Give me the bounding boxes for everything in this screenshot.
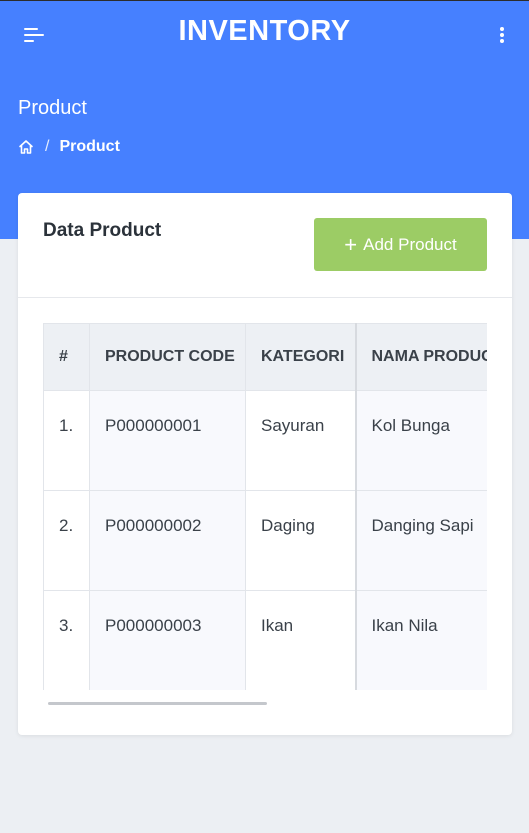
add-product-label: Add Product: [363, 234, 457, 254]
column-header-product-code[interactable]: PRODUCT CODE: [89, 323, 246, 391]
breadcrumb-current: Product: [59, 138, 120, 155]
product-code-cell: P000000003: [89, 590, 246, 690]
kategori-cell: Ikan: [245, 590, 357, 690]
column-header-nama-product[interactable]: NAMA PRODUCT: [355, 323, 487, 391]
table-header-row: # PRODUCT CODE KATEGORI NAMA PRODUCT: [43, 323, 487, 391]
table-row[interactable]: 3. P000000003 Ikan Ikan Nila: [43, 590, 487, 690]
card-title: Data Product: [43, 220, 162, 241]
table-row[interactable]: 1. P000000001 Sayuran Kol Bunga: [43, 390, 487, 491]
app-root: INVENTORY Product / Product Data Product…: [0, 0, 529, 833]
horizontal-scrollbar[interactable]: [48, 702, 267, 705]
breadcrumb: / Product: [18, 137, 120, 157]
nama-product-cell: Kol Bunga: [355, 390, 487, 491]
app-title: INVENTORY: [178, 15, 351, 47]
nama-product-cell: Danging Sapi: [355, 490, 487, 591]
card-header: Data Product + Add Product: [18, 193, 512, 298]
product-code-cell: P000000001: [89, 390, 246, 491]
table-row[interactable]: 2. P000000002 Daging Danging Sapi: [43, 490, 487, 591]
breadcrumb-separator: /: [45, 138, 50, 155]
row-number: 2.: [43, 490, 90, 591]
plus-icon: +: [344, 231, 358, 257]
data-product-card: Data Product + Add Product # PRODUCT COD…: [18, 193, 512, 735]
row-number: 3.: [43, 590, 90, 690]
kategori-cell: Daging: [245, 490, 357, 591]
home-icon[interactable]: [18, 139, 34, 155]
column-header-kategori[interactable]: KATEGORI: [245, 323, 357, 391]
product-code-cell: P000000002: [89, 490, 246, 591]
row-number: 1.: [43, 390, 90, 491]
page-title: Product: [18, 97, 87, 119]
more-vertical-icon[interactable]: [495, 25, 509, 43]
column-header-number[interactable]: #: [43, 323, 90, 391]
product-table-viewport[interactable]: # PRODUCT CODE KATEGORI NAMA PRODUCT 1. …: [43, 323, 487, 690]
kategori-cell: Sayuran: [245, 390, 357, 491]
product-table: # PRODUCT CODE KATEGORI NAMA PRODUCT 1. …: [43, 323, 487, 690]
nama-product-cell: Ikan Nila: [355, 590, 487, 690]
add-product-button[interactable]: + Add Product: [314, 218, 487, 271]
